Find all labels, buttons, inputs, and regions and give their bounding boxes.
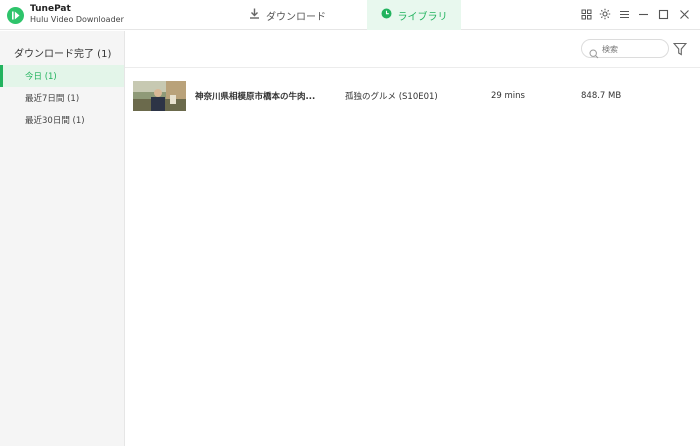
sidebar-item-last-7-days[interactable]: 最近7日間 (1) <box>0 87 124 109</box>
title-bar: TunePat Hulu Video Downloader ダウンロード ライブ… <box>0 0 700 30</box>
download-icon <box>249 8 260 22</box>
video-title: 神奈川県相模原市橋本の牛肉... <box>195 92 316 102</box>
tab-download-label: ダウンロード <box>266 11 326 23</box>
search-icon <box>589 44 599 63</box>
tab-library-label: ライブラリ <box>397 11 448 23</box>
video-thumbnail[interactable] <box>133 81 186 111</box>
tab-library[interactable]: ライブラリ <box>367 0 461 30</box>
sidebar-item-last-30-days[interactable]: 最近30日間 (1) <box>0 109 124 131</box>
app-logo-icon <box>7 7 24 24</box>
minimize-icon[interactable] <box>636 7 650 21</box>
close-icon[interactable] <box>677 7 691 21</box>
clock-icon <box>381 8 392 22</box>
search-input[interactable] <box>602 43 664 55</box>
search-box[interactable] <box>581 39 669 59</box>
sidebar-heading[interactable]: ダウンロード完了 (1) <box>14 45 111 60</box>
filter-icon[interactable] <box>672 41 688 56</box>
table-row[interactable]: 神奈川県相模原市橋本の牛肉... 孤独のグルメ (S10E01) 29 mins… <box>125 68 700 124</box>
app-name: TunePat <box>30 4 71 14</box>
grid-icon[interactable] <box>579 7 593 21</box>
sidebar-item-label: 最近7日間 (1) <box>25 94 80 104</box>
sidebar-item-label: 最近30日間 (1) <box>25 116 85 126</box>
app-subtitle: Hulu Video Downloader <box>30 15 124 24</box>
video-duration: 29 mins <box>491 91 525 101</box>
video-size: 848.7 MB <box>581 91 622 101</box>
sidebar: ダウンロード完了 (1) 今日 (1) 最近7日間 (1) 最近30日間 (1) <box>0 31 125 446</box>
menu-icon[interactable] <box>617 7 631 21</box>
tab-download[interactable]: ダウンロード <box>240 0 335 30</box>
gear-icon[interactable] <box>598 7 612 21</box>
sidebar-item-label: 今日 (1) <box>25 72 57 82</box>
maximize-icon[interactable] <box>656 7 670 21</box>
video-series: 孤独のグルメ (S10E01) <box>345 92 438 102</box>
sidebar-item-today[interactable]: 今日 (1) <box>0 65 124 87</box>
